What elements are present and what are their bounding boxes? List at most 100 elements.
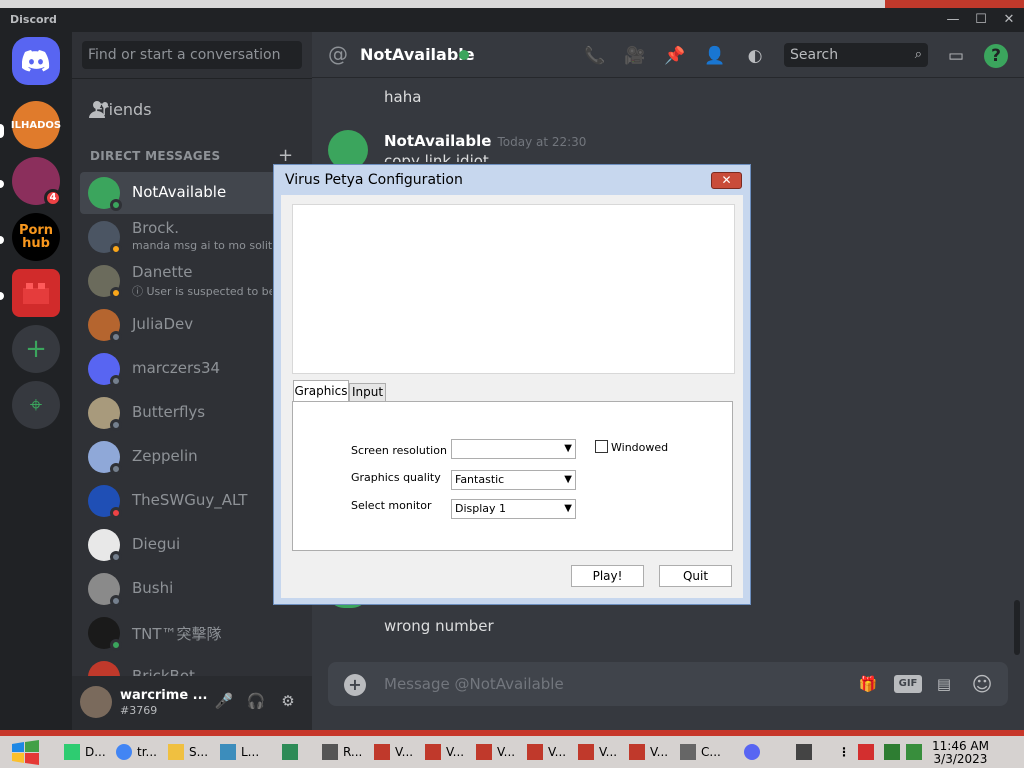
status-dot — [110, 419, 122, 431]
dm-item[interactable]: Zeppelin — [80, 436, 304, 478]
taskbar-item[interactable]: D... — [64, 739, 106, 765]
taskbar-item[interactable]: V... — [527, 739, 566, 765]
select-monitor-select[interactable]: Display 1 ▼ — [451, 499, 576, 519]
taskbar-item[interactable]: V... — [425, 739, 464, 765]
dm-item[interactable]: TNT™突擊隊 — [80, 612, 304, 654]
dm-header: DIRECT MESSAGES — [90, 149, 221, 163]
taskbar-item-label: R... — [343, 745, 363, 759]
taskbar-item[interactable]: V... — [476, 739, 515, 765]
graphics-quality-select[interactable]: Fantastic ▼ — [451, 470, 576, 490]
dm-item[interactable]: Butterflys — [80, 392, 304, 434]
dm-item[interactable]: Brock. manda msg ai to mo solitar — [80, 216, 304, 258]
dm-item[interactable]: marczers34 — [80, 348, 304, 390]
add-member-icon[interactable]: 👤 — [703, 44, 727, 68]
dm-item[interactable]: JuliaDev — [80, 304, 304, 346]
taskbar-item[interactable]: R... — [322, 739, 362, 765]
status-dot — [110, 595, 122, 607]
taskbar-item[interactable]: L... — [220, 739, 259, 765]
user-profile-icon[interactable]: ◐ — [743, 44, 767, 68]
dm-item[interactable]: Diegui — [80, 524, 304, 566]
gif-icon[interactable]: GIF — [894, 675, 922, 693]
quit-button[interactable]: Quit — [659, 565, 732, 587]
dm-name: Brock. — [132, 219, 180, 237]
screen-resolution-select[interactable]: ▼ — [451, 439, 576, 459]
monitor-icon — [796, 744, 812, 760]
status-dot — [110, 331, 122, 343]
taskbar-item[interactable]: V... — [374, 739, 413, 765]
chat-scrollbar[interactable] — [1014, 600, 1020, 655]
close-button[interactable]: ✕ — [996, 11, 1022, 29]
dm-search-input[interactable]: Find or start a conversation — [82, 41, 302, 69]
tray-icon[interactable] — [906, 739, 927, 765]
select-monitor-label: Select monitor — [351, 499, 432, 512]
home-button[interactable] — [12, 37, 60, 85]
petya-skull-icon — [476, 744, 492, 760]
server-ilhados[interactable]: ILHADOS — [11, 101, 61, 149]
start-button[interactable] — [10, 739, 42, 765]
inbox-icon[interactable]: ▭ — [944, 44, 968, 68]
voice-call-icon[interactable]: 📞 — [583, 44, 607, 68]
server-hub[interactable]: Porn hub — [12, 213, 60, 261]
volume-icon — [906, 744, 922, 760]
taskbar-item[interactable]: C... — [680, 739, 721, 765]
taskbar-item[interactable] — [282, 739, 303, 765]
dialog-close-button[interactable]: ✕ — [711, 172, 742, 189]
friends-button[interactable]: Friends — [80, 92, 304, 126]
dropdown-arrow-icon: ▼ — [564, 474, 572, 485]
tray-icon[interactable] — [884, 739, 905, 765]
maximize-button[interactable]: ☐ — [968, 11, 994, 29]
windowed-checkbox[interactable] — [595, 440, 608, 453]
tab-input[interactable]: Input — [349, 383, 386, 402]
message-header: NotAvailable Today at 22:30 — [384, 131, 586, 150]
taskbar-item-label: L... — [241, 745, 260, 759]
tray-icon[interactable] — [796, 739, 817, 765]
taskbar-item-label: V... — [599, 745, 618, 759]
sticker-icon[interactable]: ▤ — [932, 672, 956, 696]
pin-icon[interactable]: 📌 — [663, 44, 687, 68]
taskbar-item[interactable]: V... — [578, 739, 617, 765]
chat-search-input[interactable]: Search ⌕ — [784, 43, 928, 67]
tray-overflow[interactable]: ⋮ — [838, 739, 850, 765]
message-author[interactable]: NotAvailable — [384, 132, 491, 150]
server-girl[interactable]: 4 — [12, 157, 62, 207]
user-avatar[interactable] — [80, 686, 112, 718]
message-input[interactable]: Message @NotAvailable — [384, 675, 564, 693]
taskbar-item-label: D... — [85, 745, 106, 759]
dm-name: marczers34 — [132, 359, 221, 377]
video-call-icon[interactable]: 🎥 — [623, 44, 647, 68]
taskbar-item[interactable]: tr... — [116, 739, 157, 765]
minimize-button[interactable]: — — [940, 11, 966, 29]
dm-item[interactable]: NotAvailable — [80, 172, 304, 214]
add-server-button[interactable]: + — [12, 325, 60, 373]
friends-label: Friends — [94, 99, 152, 119]
headset-icon[interactable]: 🎧 — [246, 692, 266, 712]
dm-item[interactable]: TheSWGuy_ALT — [80, 480, 304, 522]
dialog-title: Virus Petya Configuration — [285, 172, 463, 188]
title-bar: Discord — ☐ ✕ — [0, 8, 1024, 32]
settings-gear-icon[interactable]: ⚙ — [278, 692, 298, 712]
taskbar-item[interactable]: V... — [629, 739, 668, 765]
status-dot — [110, 375, 122, 387]
taskbar-item[interactable] — [744, 739, 765, 765]
tray-icon[interactable] — [858, 739, 879, 765]
server-lego[interactable] — [12, 269, 60, 317]
new-dm-button[interactable]: + — [278, 145, 293, 166]
dm-item[interactable]: Danette ⓘ User is suspected to be p — [80, 260, 304, 302]
tab-graphics[interactable]: Graphics — [293, 380, 349, 403]
help-icon[interactable]: ? — [984, 44, 1008, 68]
play-button[interactable]: Play! — [571, 565, 644, 587]
attach-plus-icon[interactable]: + — [344, 674, 366, 696]
message-composer[interactable]: + Message @NotAvailable 🎁 GIF ▤ ☺ — [328, 662, 1008, 706]
dm-name: BrickBot — [132, 667, 195, 676]
dm-item[interactable]: Bushi — [80, 568, 304, 610]
dm-item[interactable]: BrickBot — [80, 656, 304, 676]
taskbar-item[interactable]: S... — [168, 739, 208, 765]
gift-icon[interactable]: 🎁 — [856, 672, 880, 696]
system-clock[interactable]: 11:46 AM 3/3/2023 — [932, 740, 989, 766]
emoji-icon[interactable]: ☺ — [970, 672, 994, 696]
user-tag: #3769 — [120, 704, 158, 717]
recycle-bin-icon — [322, 744, 338, 760]
explore-icon[interactable]: ⌖ — [12, 381, 60, 429]
username: warcrime ... — [120, 688, 208, 703]
microphone-icon[interactable]: 🎤 — [214, 692, 234, 712]
